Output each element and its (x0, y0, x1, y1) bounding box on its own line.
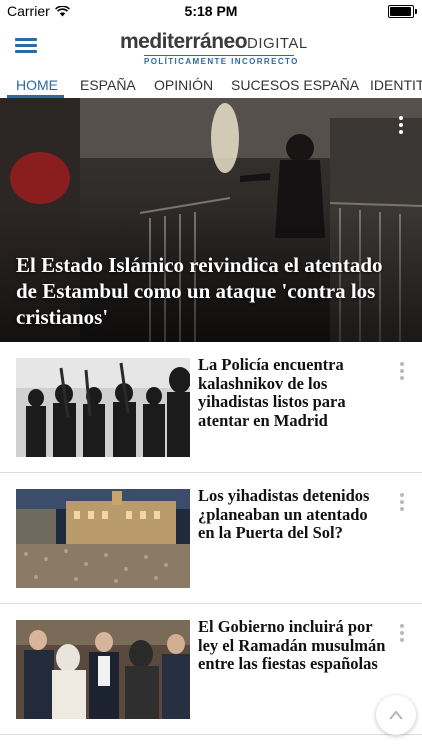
article-card[interactable]: El Gobierno incluirá por ley el Ramadán … (0, 604, 422, 735)
article-card[interactable]: La Policía encuentra kalashnikov de los … (0, 342, 422, 473)
more-vertical-icon[interactable] (399, 493, 405, 514)
article-title: Los yihadistas detenidos ¿planeaban un a… (198, 486, 370, 542)
hamburger-menu-icon[interactable] (15, 38, 37, 54)
scroll-to-top-button[interactable] (376, 695, 416, 735)
logo-suffix: DIGITAL (247, 35, 308, 52)
hero-article[interactable]: El Estado Islámico reivindica el atentad… (0, 98, 422, 342)
article-thumbnail (16, 620, 190, 719)
site-logo[interactable]: mediterráneoDIGITAL POLÍTICAMENTE INCORR… (120, 30, 310, 66)
tab-sucesos-espana[interactable]: SUCESOS ESPAÑA (231, 77, 359, 93)
logo-wordmark: mediterráneoDIGITAL (120, 30, 308, 53)
app-header: mediterráneoDIGITAL POLÍTICAMENTE INCORR… (0, 22, 422, 70)
tab-home[interactable]: HOME (16, 77, 58, 93)
tab-opinion[interactable]: OPINIÓN (154, 77, 213, 93)
more-vertical-icon[interactable] (399, 624, 405, 645)
article-title: La Policía encuentra kalashnikov de los … (198, 355, 346, 430)
article-thumbnail (16, 358, 190, 457)
status-bar: Carrier 5:18 PM (0, 0, 422, 22)
section-tabs: HOME ESPAÑA OPINIÓN SUCESOS ESPAÑA IDENT… (0, 70, 422, 99)
article-card[interactable]: Los yihadistas detenidos ¿planeaban un a… (0, 473, 422, 604)
logo-tagline: POLÍTICAMENTE INCORRECTO (144, 55, 299, 66)
battery-icon (388, 5, 417, 18)
tab-espana[interactable]: ESPAÑA (80, 77, 136, 93)
chevron-up-icon (389, 710, 403, 720)
article-thumbnail (16, 489, 190, 588)
more-vertical-icon[interactable] (399, 362, 405, 383)
hero-title: El Estado Islámico reivindica el atentad… (16, 253, 383, 329)
status-time: 5:18 PM (184, 3, 238, 19)
tab-identitarios[interactable]: IDENTITA (370, 77, 422, 93)
more-vertical-icon[interactable] (398, 116, 404, 137)
article-title: El Gobierno incluirá por ley el Ramadán … (198, 617, 386, 673)
